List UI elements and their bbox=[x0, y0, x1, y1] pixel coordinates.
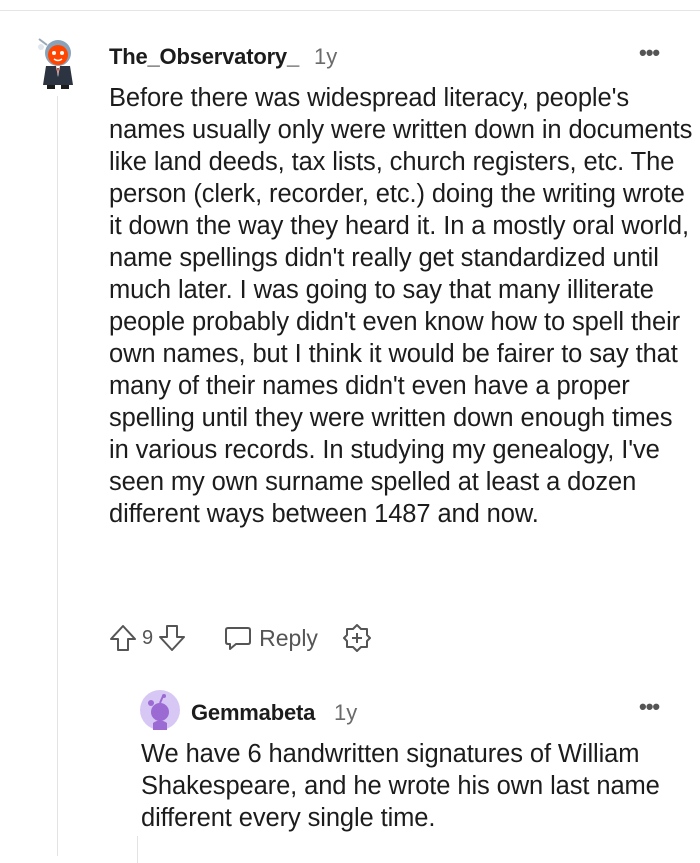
downvote-arrow-icon[interactable] bbox=[157, 623, 187, 653]
award-plus-icon[interactable] bbox=[342, 623, 372, 653]
reply-body: We have 6 handwritten signatures of Will… bbox=[141, 740, 660, 832]
comment-author[interactable]: The_Observatory_ bbox=[109, 44, 299, 70]
thread-line[interactable] bbox=[137, 836, 138, 863]
snoo-avatar-icon[interactable] bbox=[140, 690, 180, 730]
reply-author[interactable]: Gemmabeta bbox=[191, 700, 315, 726]
reply-button[interactable]: Reply bbox=[223, 623, 318, 653]
reply-label: Reply bbox=[259, 624, 318, 651]
comment-age: 1y bbox=[314, 44, 338, 69]
reply-age: 1y bbox=[334, 700, 358, 725]
thread-line[interactable] bbox=[57, 96, 58, 856]
reply-actions-cutoff bbox=[143, 856, 543, 863]
comment-actions: 9 Reply bbox=[108, 620, 372, 656]
vote-score: 9 bbox=[142, 626, 154, 649]
comment-body: Before there was widespread literacy, pe… bbox=[109, 84, 693, 528]
more-options-icon[interactable]: ••• bbox=[639, 40, 660, 66]
more-options-icon[interactable]: ••• bbox=[639, 694, 660, 720]
top-divider bbox=[0, 10, 700, 11]
snoo-avatar-icon[interactable] bbox=[33, 33, 83, 89]
speech-bubble-icon bbox=[225, 627, 252, 650]
upvote-arrow-icon[interactable] bbox=[108, 623, 138, 653]
